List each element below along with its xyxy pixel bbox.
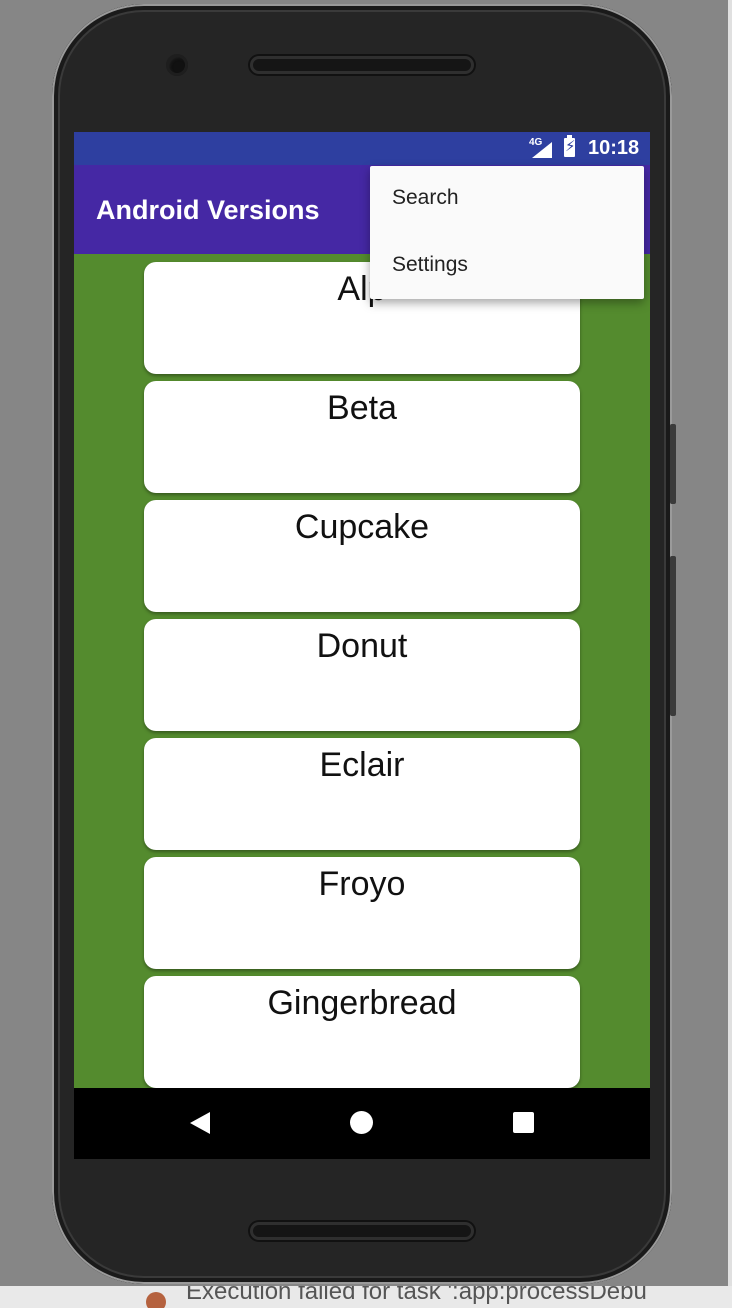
status-bar: 4G ⚡ 10:18 <box>74 132 650 165</box>
menu-item-search[interactable]: Search <box>370 166 644 232</box>
error-icon <box>146 1292 166 1308</box>
clock: 10:18 <box>588 137 640 159</box>
power-button[interactable] <box>670 424 676 504</box>
back-icon[interactable] <box>190 1112 210 1134</box>
version-name: Gingerbread <box>267 984 457 1022</box>
signal-icon <box>532 142 552 158</box>
version-card-beta[interactable]: Beta <box>144 381 580 493</box>
version-name: Cupcake <box>294 508 430 546</box>
home-icon[interactable] <box>350 1111 373 1134</box>
charging-bolt-icon: ⚡ <box>565 138 576 155</box>
version-card-froyo[interactable]: Froyo <box>144 857 580 969</box>
menu-item-label: Settings <box>392 253 468 276</box>
front-camera <box>166 54 188 76</box>
overflow-menu: Search Settings <box>370 166 644 299</box>
ide-message-bar: Execution failed for task ':app:processD… <box>0 1286 732 1308</box>
version-name: Beta <box>327 389 397 427</box>
version-card-donut[interactable]: Donut <box>144 619 580 731</box>
version-name: Froyo <box>318 865 406 903</box>
window-edge <box>728 0 732 1290</box>
device-screen: 4G ⚡ 10:18 Android Versions Alp Beta Cup… <box>74 132 650 1159</box>
bottom-speaker <box>250 1222 474 1240</box>
version-name: Donut <box>316 627 408 665</box>
version-name: Eclair <box>319 746 405 784</box>
volume-button[interactable] <box>670 556 676 716</box>
navigation-bar <box>74 1088 650 1159</box>
app-title: Android Versions <box>96 195 320 225</box>
ide-message-text: Execution failed for task ':app:processD… <box>186 1286 647 1305</box>
version-card-eclair[interactable]: Eclair <box>144 738 580 850</box>
version-card-gingerbread[interactable]: Gingerbread <box>144 976 580 1088</box>
recents-icon[interactable] <box>513 1112 534 1133</box>
menu-item-label: Search <box>392 186 459 209</box>
version-card-cupcake[interactable]: Cupcake <box>144 500 580 612</box>
menu-item-settings[interactable]: Settings <box>370 233 644 299</box>
top-speaker <box>250 56 474 74</box>
